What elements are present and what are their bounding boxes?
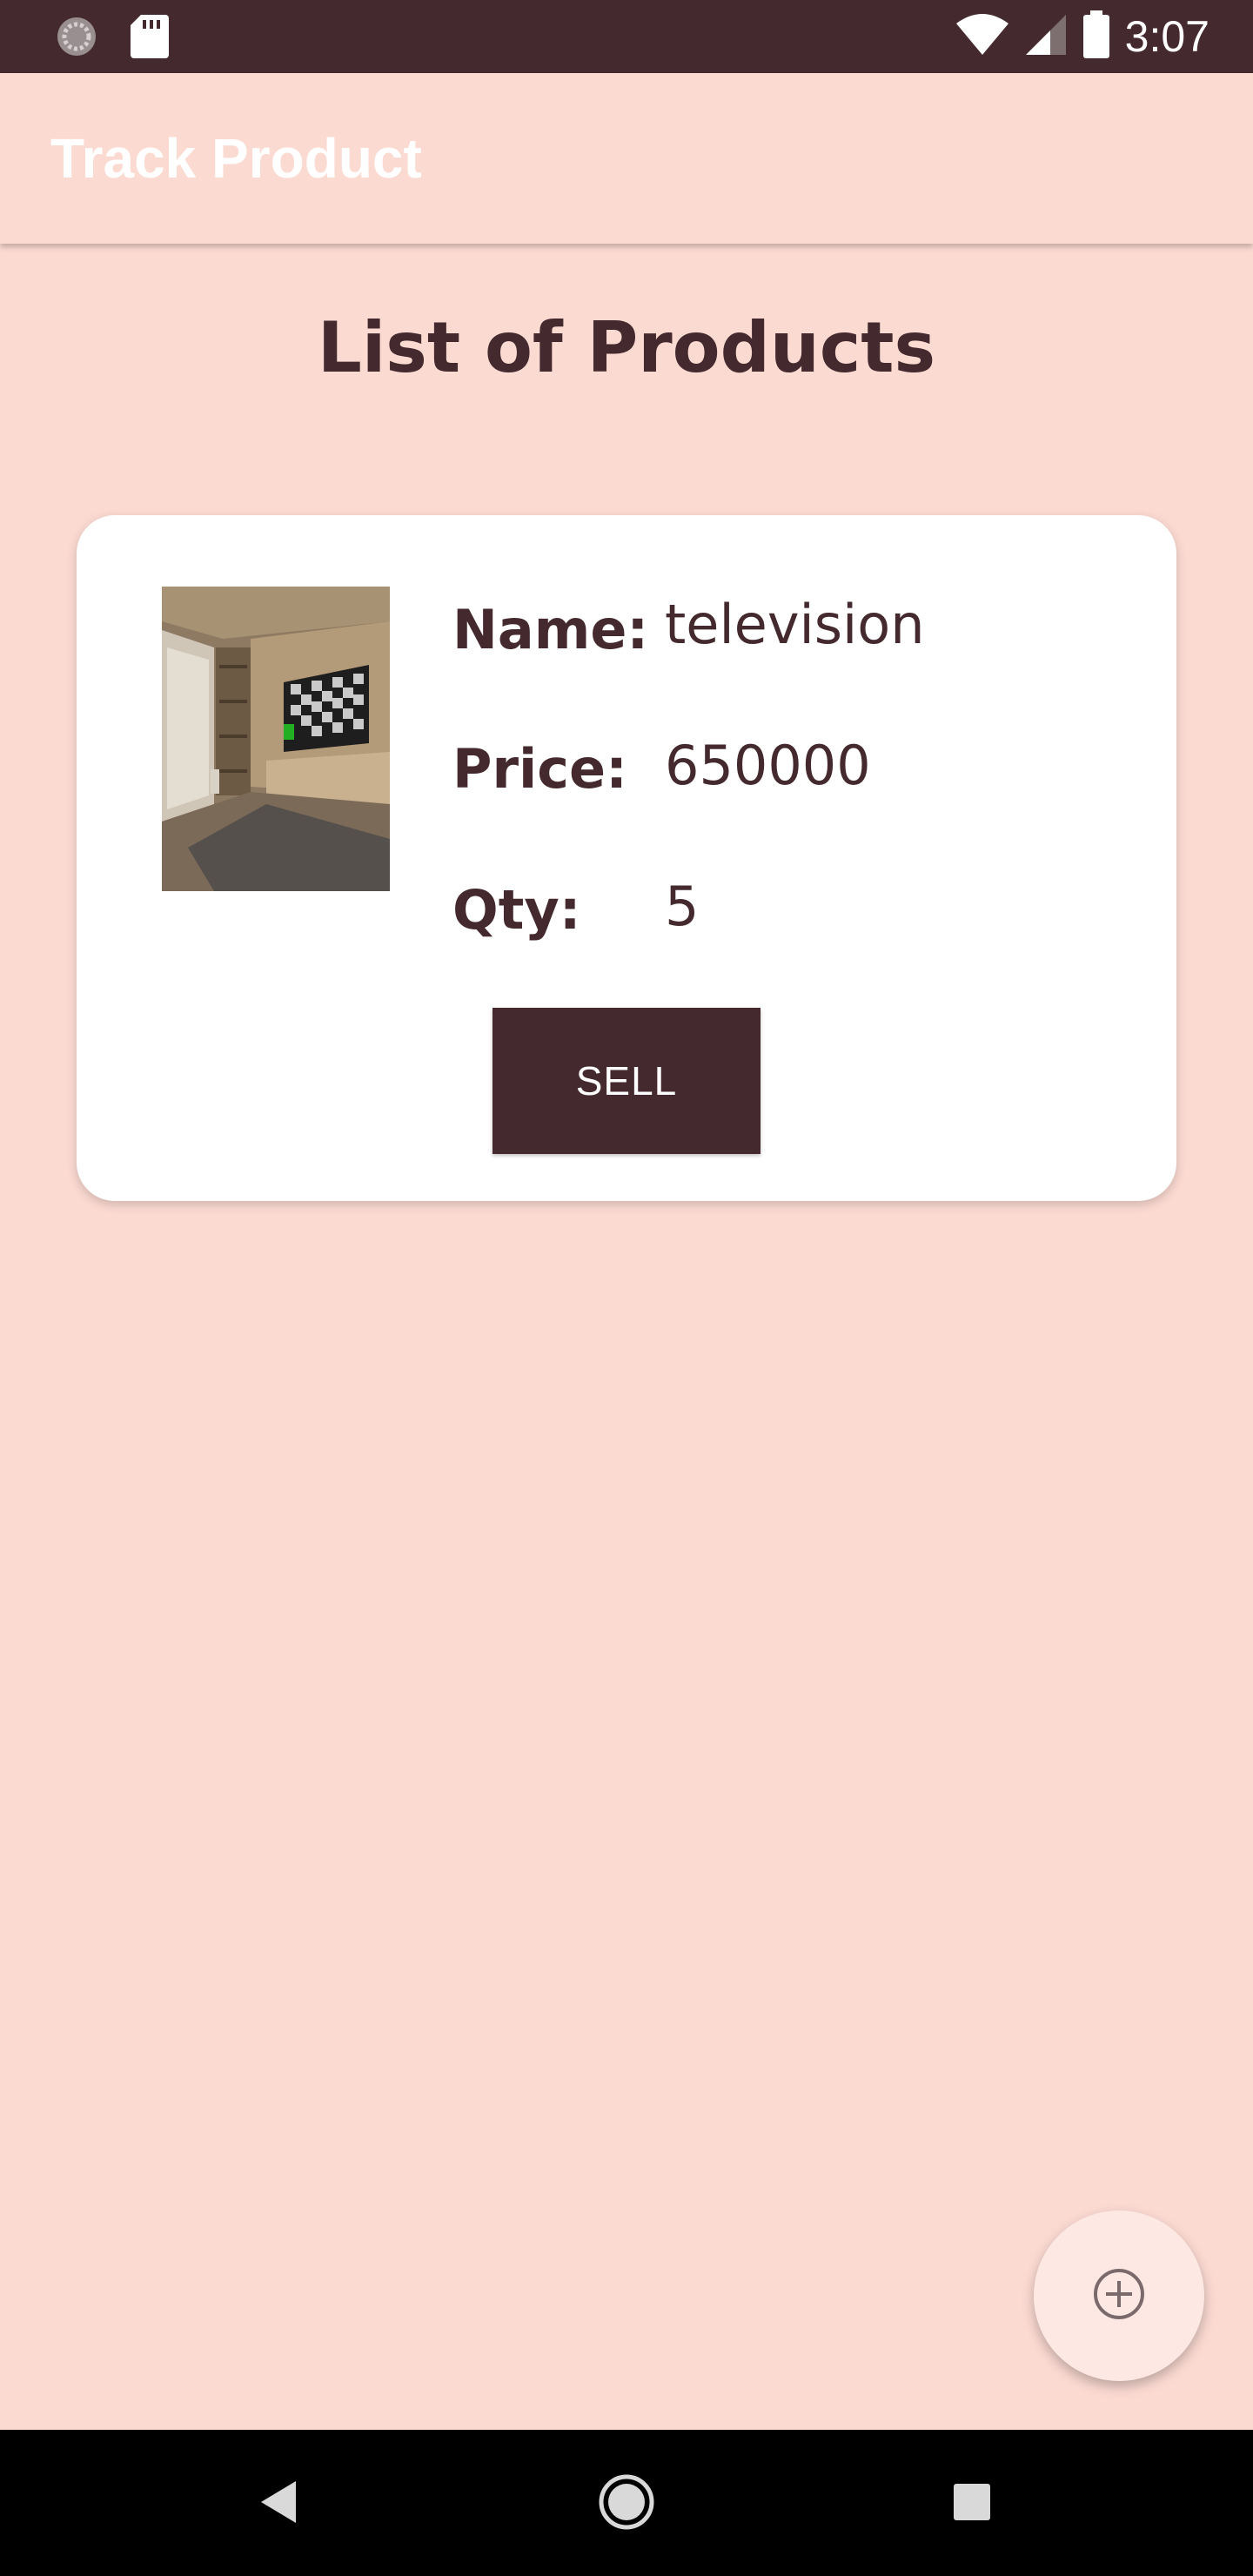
product-qty: 5 xyxy=(665,875,700,938)
back-button[interactable] xyxy=(240,2465,318,2543)
battery-icon xyxy=(1082,10,1111,63)
sd-card-icon xyxy=(131,15,169,62)
product-image xyxy=(162,587,390,891)
page-title: List of Products xyxy=(317,307,936,388)
system-nav-bar xyxy=(0,2430,1253,2576)
product-card: Name: television Price: 650000 Qty: 5 SE… xyxy=(77,515,1176,1201)
home-icon xyxy=(598,2473,655,2534)
status-time: 3:07 xyxy=(1124,12,1209,61)
back-icon xyxy=(258,2479,301,2528)
add-product-button[interactable] xyxy=(1034,2210,1204,2381)
add-circle-icon xyxy=(1092,2267,1146,2324)
signal-icon xyxy=(1024,13,1068,60)
recents-icon xyxy=(952,2482,992,2526)
recents-button[interactable] xyxy=(933,2465,1011,2543)
product-price: 650000 xyxy=(665,734,871,797)
home-button[interactable] xyxy=(587,2465,666,2543)
app-title: Track Product xyxy=(50,127,422,190)
sync-icon xyxy=(54,14,99,63)
price-label: Price: xyxy=(452,737,627,801)
product-name: television xyxy=(665,593,925,656)
app-bar: Track Product xyxy=(0,73,1253,244)
sell-button[interactable]: SELL xyxy=(492,1008,761,1154)
status-bar: 3:07 xyxy=(0,0,1253,73)
name-label: Name: xyxy=(452,598,649,661)
wifi-icon xyxy=(955,13,1010,60)
qty-label: Qty: xyxy=(452,878,581,942)
